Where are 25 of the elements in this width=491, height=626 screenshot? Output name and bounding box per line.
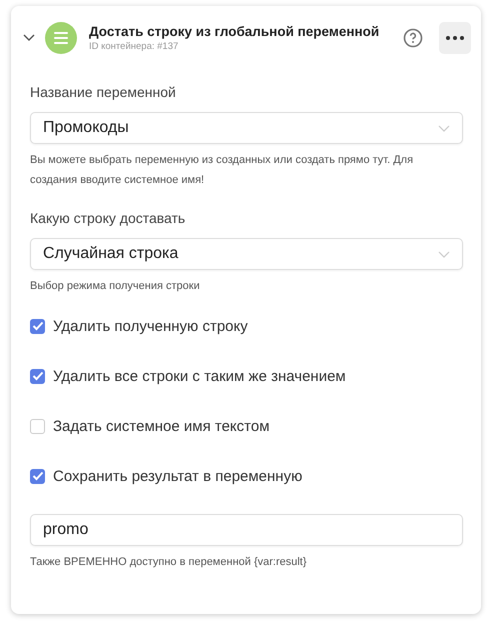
field-hint: Выбор режима получения строки [30,279,201,294]
checkbox-label[interactable]: Сохранить результат в переменную [53,468,302,484]
field-hint: Вы можете выбрать переменную из созданных или создать прямо тут. Для создания вводите системное имя! [30,153,414,188]
more-icon [446,36,464,40]
select-field[interactable]: Промокоды [30,112,463,144]
checkbox-label[interactable]: Удалить все строки с таким же значением [53,368,346,384]
more-button[interactable] [439,22,471,54]
dropdown-icon [438,250,450,258]
field-label: Название переменной [30,84,177,100]
field-label: Какую строку доставать [30,210,186,226]
checkbox-label[interactable]: Удалить полученную строку [53,318,248,334]
dropdown-icon [438,124,450,132]
checkbox[interactable] [30,368,45,384]
select-field[interactable]: Случайная строка [30,238,463,270]
help-icon[interactable] [403,28,423,48]
checkbox[interactable] [30,318,45,334]
input-field[interactable]: promo [30,514,463,546]
block-title: Достать строку из глобальной переменной [89,24,380,39]
container-id: ID контейнера: #137 [89,41,180,52]
checkbox[interactable] [30,418,45,434]
checkbox[interactable] [30,468,45,484]
checkbox-label[interactable]: Задать системное имя текстом [53,418,270,434]
list-icon [45,22,77,54]
chevron-icon[interactable] [23,34,35,42]
field-hint: Также ВРЕМЕННО доступно в переменной {var:result} [30,555,308,570]
